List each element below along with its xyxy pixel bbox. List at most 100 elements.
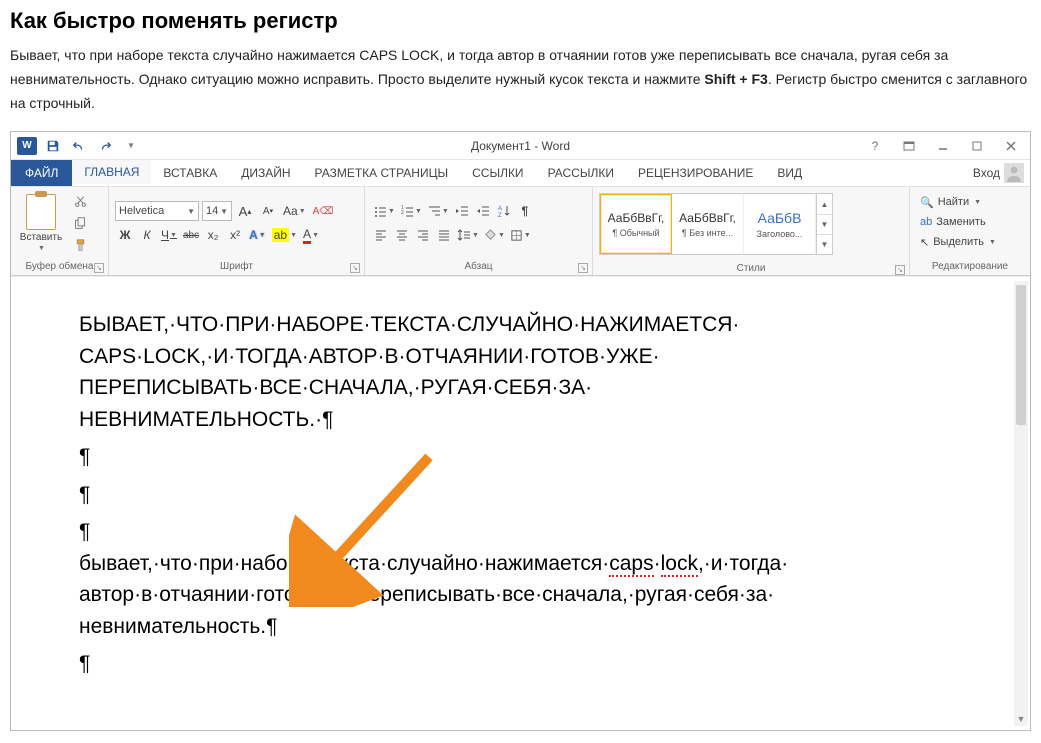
line-spacing-icon[interactable]: ▼ <box>455 225 481 245</box>
style-name-3: Заголово... <box>757 229 803 239</box>
indent-icon[interactable] <box>473 201 493 221</box>
signin-link[interactable]: Вход <box>973 166 1000 180</box>
find-button[interactable]: 🔍Найти▼ <box>920 193 996 211</box>
copy-icon[interactable] <box>69 213 91 233</box>
change-case-button[interactable]: Aa▼ <box>281 201 308 221</box>
uppercase-line-4: НЕВНИМАТЕЛЬНОСТЬ.·¶ <box>79 404 976 436</box>
styles-more-icon[interactable]: ▼ <box>817 235 832 254</box>
group-paragraph: ▼ 12▼ ▼ AZ ¶ ▼ ▼ <box>365 187 593 275</box>
paste-label: Вставить <box>20 232 62 243</box>
grow-font-icon[interactable]: A▴ <box>235 201 255 221</box>
text-effects-button[interactable]: A▼ <box>247 225 268 245</box>
clear-format-icon[interactable]: A⌫ <box>311 201 336 221</box>
article-heading: Как быстро поменять регистр <box>10 8 1031 34</box>
ribbon-display-icon[interactable] <box>896 135 922 157</box>
uppercase-line-1: БЫВАЕТ,·ЧТО·ПРИ·НАБОРЕ·ТЕКСТА·СЛУЧАЙНО·Н… <box>79 309 976 341</box>
borders-icon[interactable]: ▼ <box>508 225 533 245</box>
paste-button[interactable]: Вставить ▼ <box>17 191 65 255</box>
style-preview-1: АаБбВвГг, <box>608 211 665 225</box>
redo-icon[interactable] <box>93 135 117 157</box>
outdent-icon[interactable] <box>452 201 472 221</box>
paragraph-launcher[interactable]: ↘ <box>578 263 588 273</box>
tab-review[interactable]: РЕЦЕНЗИРОВАНИЕ <box>626 160 765 186</box>
font-launcher[interactable]: ↘ <box>350 263 360 273</box>
group-editing: 🔍Найти▼ abЗаменить ↖Выделить▼ Редактиров… <box>910 187 1030 275</box>
close-icon[interactable] <box>998 135 1024 157</box>
empty-para-3: ¶ <box>79 516 976 548</box>
tab-view[interactable]: ВИД <box>765 160 814 186</box>
scroll-thumb[interactable] <box>1016 285 1026 425</box>
shrink-font-icon[interactable]: A▾ <box>258 201 278 221</box>
font-size-combo[interactable]: 14▼ <box>202 201 232 221</box>
format-painter-icon[interactable] <box>69 235 91 255</box>
empty-para-4: ¶ <box>79 648 976 680</box>
superscript-button[interactable]: x² <box>225 225 245 245</box>
save-icon[interactable] <box>41 135 65 157</box>
clipboard-launcher[interactable]: ↘ <box>94 263 104 273</box>
help-icon[interactable]: ? <box>862 135 888 157</box>
style-normal[interactable]: АаБбВвГг, ¶ Обычный <box>600 194 672 254</box>
bold-button[interactable]: Ж <box>115 225 135 245</box>
group-clipboard: Вставить ▼ Буфер обмена↘ <box>11 187 109 275</box>
multilevel-icon[interactable]: ▼ <box>425 201 451 221</box>
tab-insert[interactable]: ВСТАВКА <box>151 160 229 186</box>
word-app-icon[interactable]: W <box>15 135 39 157</box>
align-center-icon[interactable] <box>392 225 412 245</box>
document-area[interactable]: БЫВАЕТ,·ЧТО·ПРИ·НАБОРЕ·ТЕКСТА·СЛУЧАЙНО·Н… <box>11 276 1030 730</box>
empty-para-2: ¶ <box>79 479 976 511</box>
article-shortcut: Shift + F3 <box>704 71 767 87</box>
styles-gallery: АаБбВвГг, ¶ Обычный АаБбВвГг, ¶ Без инте… <box>599 193 833 255</box>
scroll-down-icon[interactable]: ▼ <box>1014 712 1028 726</box>
align-left-icon[interactable] <box>371 225 391 245</box>
font-color-button[interactable]: A▼ <box>301 225 321 245</box>
strike-button[interactable]: abc <box>181 225 201 245</box>
tab-mailings[interactable]: РАССЫЛКИ <box>536 160 626 186</box>
avatar-icon[interactable] <box>1004 163 1024 183</box>
align-right-icon[interactable] <box>413 225 433 245</box>
undo-icon[interactable] <box>67 135 91 157</box>
tab-file[interactable]: ФАЙЛ <box>11 160 72 186</box>
italic-button[interactable]: К <box>137 225 157 245</box>
vertical-scrollbar[interactable]: ▲ ▼ <box>1014 281 1028 726</box>
group-font: Helvetica▼ 14▼ A▴ A▾ Aa▼ A⌫ Ж К Ч▼ abc x… <box>109 187 365 275</box>
magnifier-icon: 🔍 <box>920 196 934 209</box>
underline-button[interactable]: Ч▼ <box>159 225 179 245</box>
tab-home[interactable]: ГЛАВНАЯ <box>72 160 151 186</box>
svg-text:2: 2 <box>401 210 404 216</box>
shading-icon[interactable]: ▼ <box>482 225 507 245</box>
qat-customize-icon[interactable]: ▼ <box>119 135 143 157</box>
style-heading1[interactable]: АаБбВ Заголово... <box>744 194 816 254</box>
uppercase-line-3: ПЕРЕПИСЫВАТЬ·ВСЕ·СНАЧАЛА,·РУГАЯ·СЕБЯ·ЗА· <box>79 372 976 404</box>
style-no-spacing[interactable]: АаБбВвГг, ¶ Без инте... <box>672 194 744 254</box>
clipboard-icon <box>26 194 56 230</box>
subscript-button[interactable]: x₂ <box>203 225 223 245</box>
titlebar: W ▼ Документ1 - Word ? <box>11 132 1030 160</box>
spell-error-2: lock <box>661 552 698 577</box>
spell-error-1: caps <box>609 552 653 577</box>
show-marks-icon[interactable]: ¶ <box>515 201 535 221</box>
article-paragraph: Бывает, что при наборе текста случайно н… <box>10 44 1031 115</box>
numbering-icon[interactable]: 12▼ <box>398 201 424 221</box>
font-name-combo[interactable]: Helvetica▼ <box>115 201 199 221</box>
tab-layout[interactable]: РАЗМЕТКА СТРАНИЦЫ <box>303 160 461 186</box>
select-button[interactable]: ↖Выделить▼ <box>920 233 996 251</box>
minimize-icon[interactable] <box>930 135 956 157</box>
justify-icon[interactable] <box>434 225 454 245</box>
tab-design[interactable]: ДИЗАЙН <box>229 160 302 186</box>
cut-icon[interactable] <box>69 191 91 211</box>
tab-references[interactable]: ССЫЛКИ <box>460 160 535 186</box>
style-name-2: ¶ Без инте... <box>682 228 733 238</box>
maximize-icon[interactable] <box>964 135 990 157</box>
styles-launcher[interactable]: ↘ <box>895 265 905 275</box>
styles-gallery-scroll: ▲ ▼ ▼ <box>816 194 832 254</box>
highlight-button[interactable]: ab▼ <box>270 225 299 245</box>
replace-button[interactable]: abЗаменить <box>920 213 996 231</box>
bullets-icon[interactable]: ▼ <box>371 201 397 221</box>
sort-icon[interactable]: AZ <box>494 201 514 221</box>
styles-down-icon[interactable]: ▼ <box>817 215 832 235</box>
empty-para-1: ¶ <box>79 441 976 473</box>
styles-up-icon[interactable]: ▲ <box>817 194 832 214</box>
page-content[interactable]: БЫВАЕТ,·ЧТО·ПРИ·НАБОРЕ·ТЕКСТА·СЛУЧАЙНО·Н… <box>25 285 1012 680</box>
cursor-icon: ↖ <box>920 236 929 249</box>
paragraph-group-label: Абзац <box>464 261 492 272</box>
